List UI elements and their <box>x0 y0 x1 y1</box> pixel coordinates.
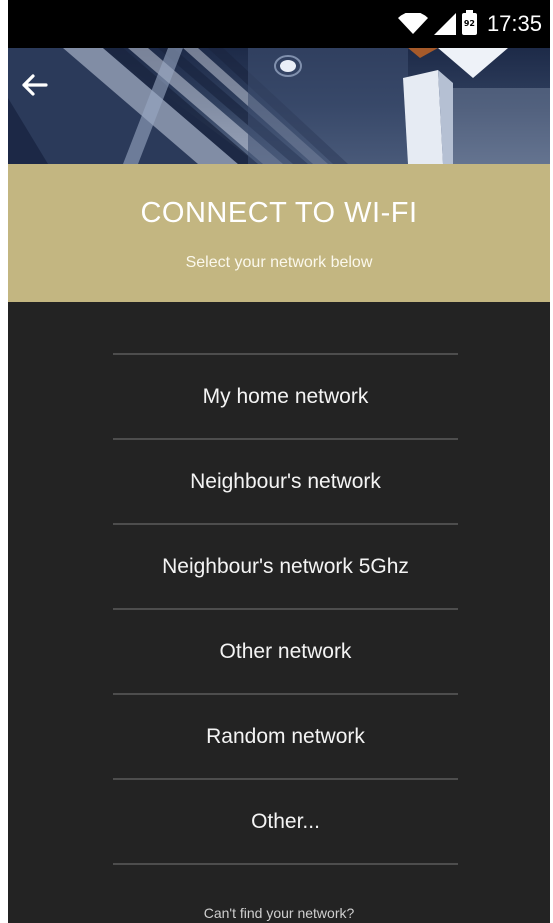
status-icons: 92 17:35 <box>397 0 542 48</box>
page-title: CONNECT TO WI-FI <box>140 197 418 229</box>
network-item-neighbours-network-5ghz[interactable]: Neighbour's network 5Ghz <box>113 525 458 610</box>
network-label: Random network <box>206 724 365 748</box>
cant-find-network-link[interactable]: Can't find your network? <box>8 905 550 921</box>
battery-icon: 92 <box>461 10 477 35</box>
network-label: Other... <box>251 809 320 833</box>
status-bar: 92 17:35 <box>8 0 550 48</box>
battery-level: 92 <box>463 19 475 28</box>
network-item-my-home-network[interactable]: My home network <box>113 355 458 440</box>
network-label: Other network <box>219 639 352 663</box>
ceiling-photo-illustration <box>8 48 550 164</box>
network-label: My home network <box>202 384 369 408</box>
title-banner: CONNECT TO WI-FI Select your network bel… <box>8 164 550 302</box>
arrow-left-icon <box>22 74 48 96</box>
status-time: 17:35 <box>486 11 542 36</box>
cell-signal-icon <box>433 13 456 35</box>
network-item-other[interactable]: Other... <box>113 780 458 865</box>
wifi-icon <box>397 13 428 35</box>
network-item-neighbours-network[interactable]: Neighbour's network <box>113 440 458 525</box>
network-item-other-network[interactable]: Other network <box>113 610 458 695</box>
network-label: Neighbour's network <box>190 469 381 493</box>
page-subtitle: Select your network below <box>185 254 373 271</box>
network-label: Neighbour's network 5Ghz <box>162 554 409 578</box>
wifi-setup-screen: 92 17:35 CONNECT TO WI-FI Select your ne… <box>8 0 550 923</box>
header-photo <box>8 48 550 164</box>
network-list: My home network Neighbour's network Neig… <box>113 353 458 865</box>
back-button[interactable] <box>20 73 56 109</box>
network-item-random-network[interactable]: Random network <box>113 695 458 780</box>
